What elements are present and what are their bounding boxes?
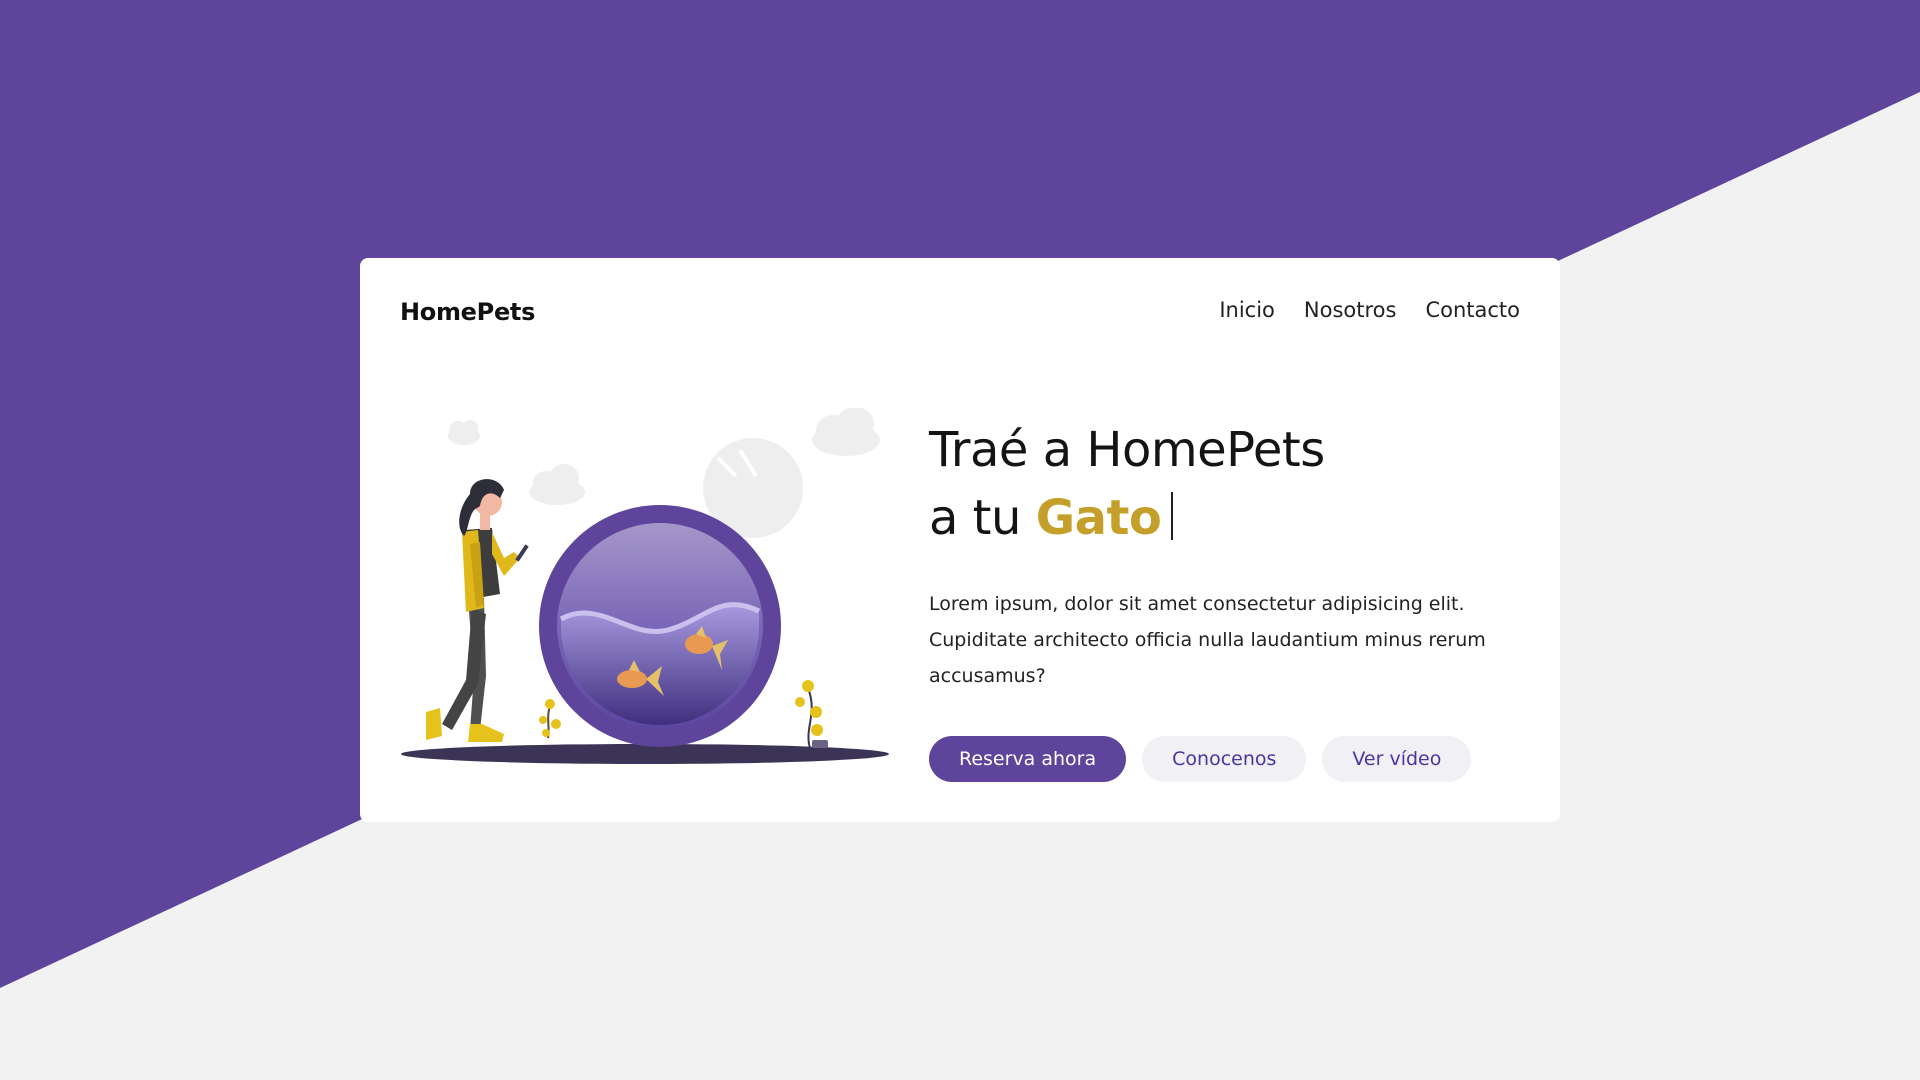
hero-illustration [401, 408, 889, 764]
plant-icon [795, 680, 828, 749]
hero-text: Traé a HomePets a tu Gato Lorem ipsum, d… [929, 416, 1519, 782]
hero-card: HomePets Inicio Nosotros Contacto Traé a… [360, 258, 1560, 822]
cloud-icon [448, 420, 480, 445]
cloud-icon [812, 408, 880, 456]
reserve-button[interactable]: Reserva ahora [929, 736, 1127, 782]
watch-video-button[interactable]: Ver vídeo [1322, 736, 1472, 782]
woman-figure [426, 479, 529, 742]
main-nav: Inicio Nosotros Contacto [1219, 298, 1520, 322]
brand-logo[interactable]: HomePets [400, 298, 535, 326]
headline-line-2-prefix: a tu [929, 490, 1021, 546]
headline-highlight: Gato [1035, 490, 1162, 546]
typing-cursor [1171, 492, 1174, 540]
cloud-icon [529, 464, 585, 505]
nav-item-inicio[interactable]: Inicio [1219, 298, 1275, 322]
nav-item-contacto[interactable]: Contacto [1425, 298, 1520, 322]
hero-actions: Reserva ahora Conocenos Ver vídeo [929, 736, 1519, 782]
nav-item-nosotros[interactable]: Nosotros [1304, 298, 1397, 322]
plant-icon [539, 699, 561, 739]
fishbowl-icon [539, 505, 781, 747]
headline-line-1: Traé a HomePets [929, 422, 1325, 478]
hero-headline: Traé a HomePets a tu Gato [929, 416, 1519, 552]
hero-description: Lorem ipsum, dolor sit amet consectetur … [929, 593, 1486, 687]
about-button[interactable]: Conocenos [1142, 736, 1307, 782]
